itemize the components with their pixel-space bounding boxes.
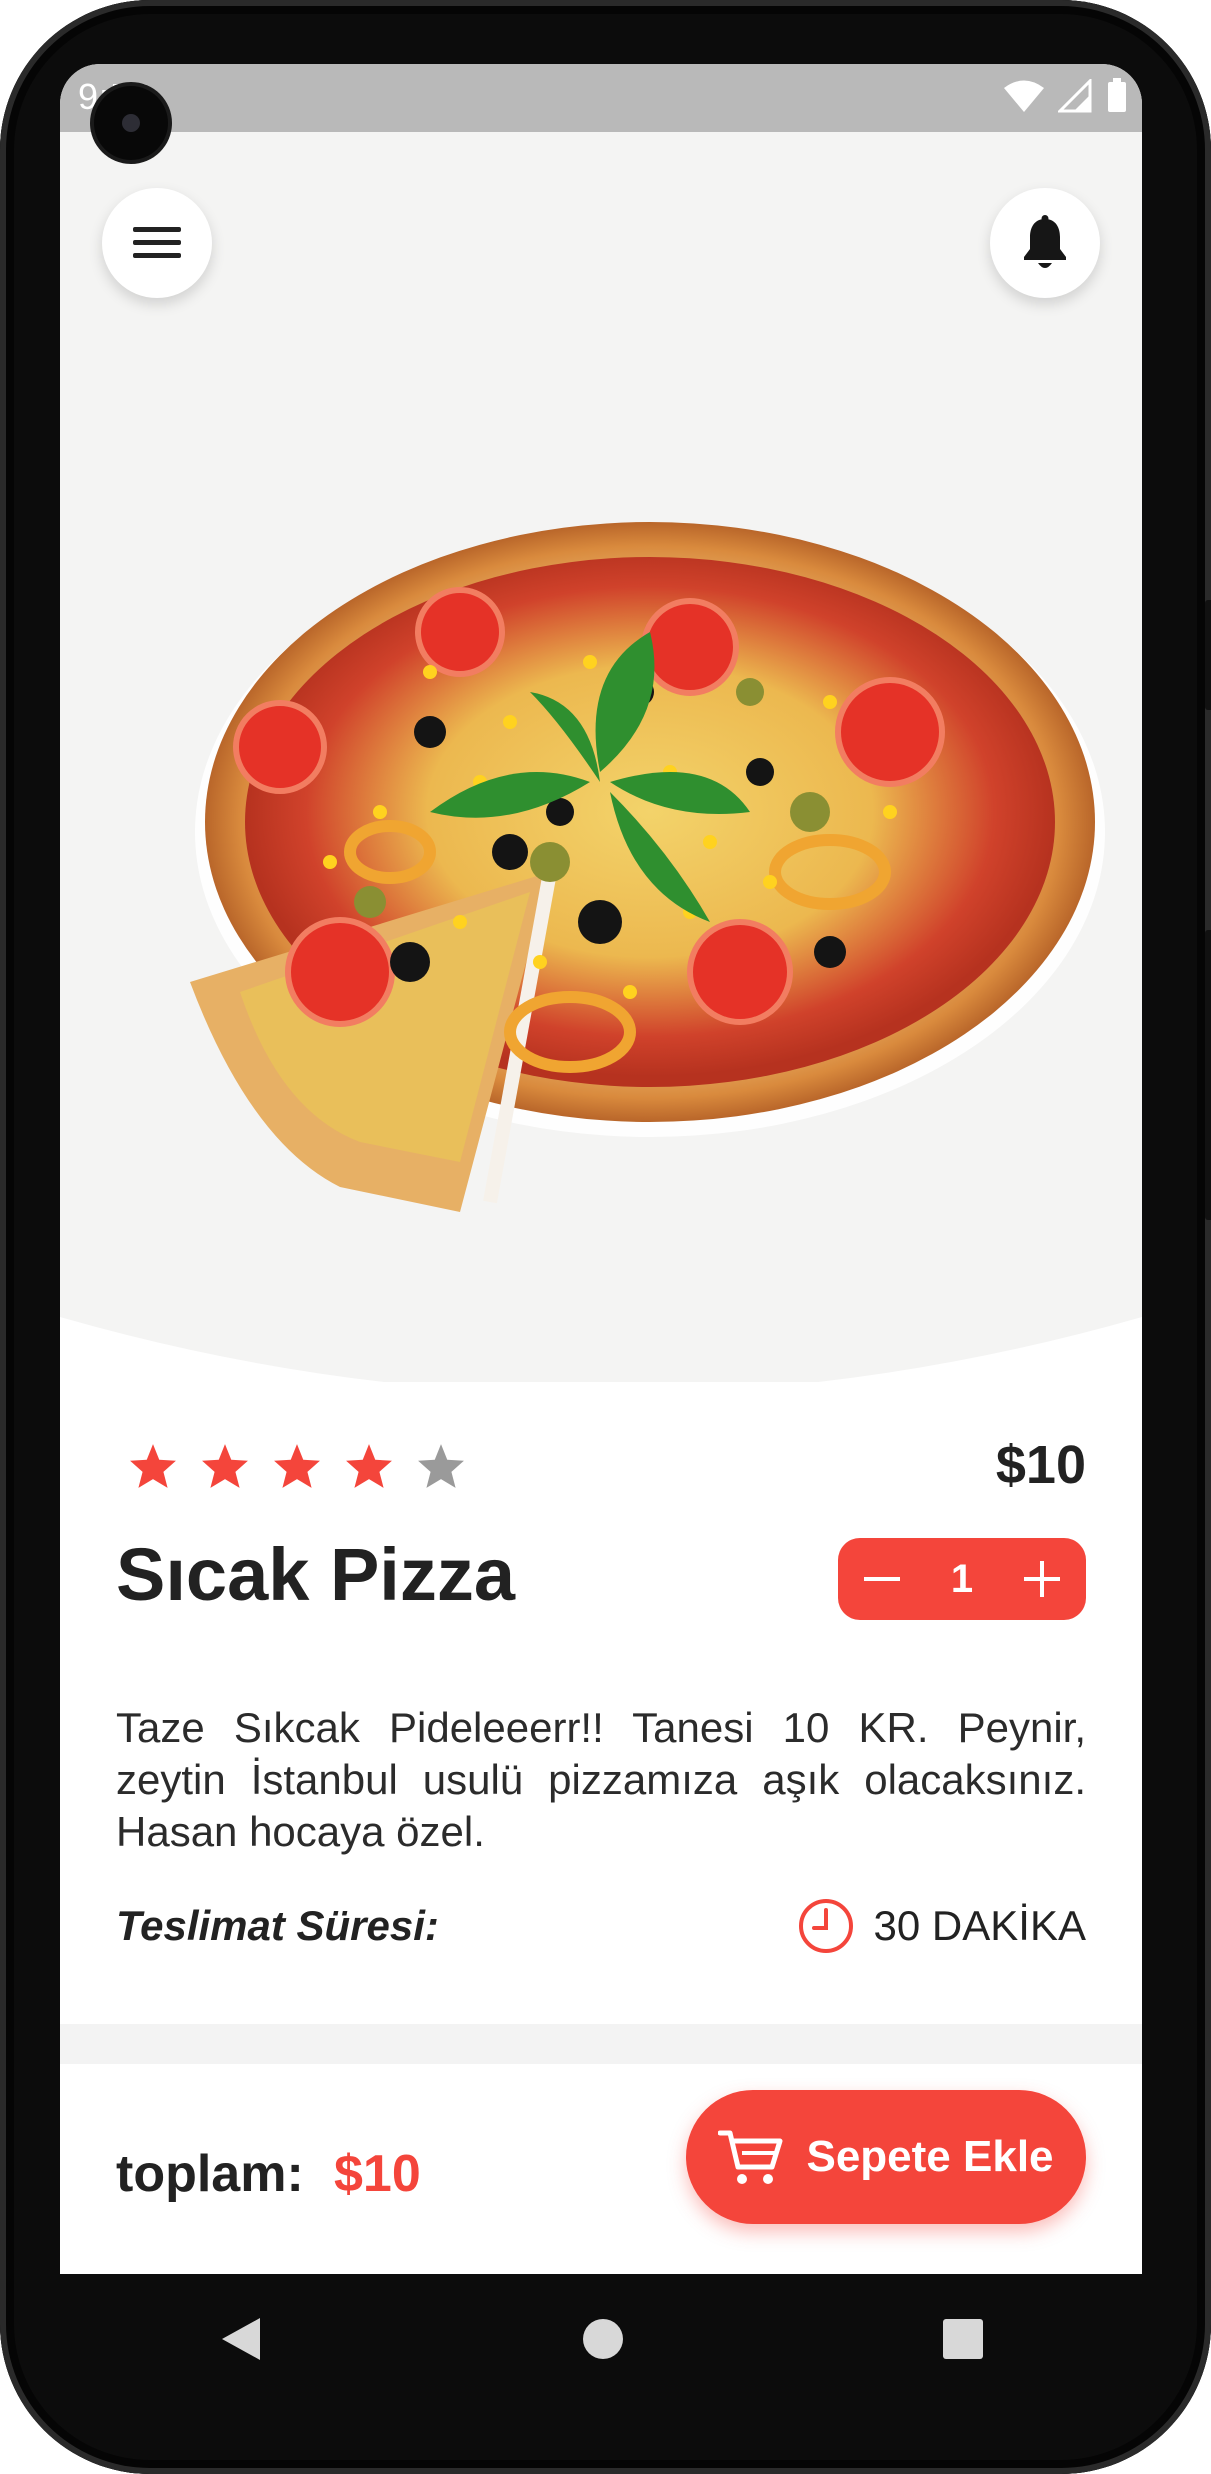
rating-stars	[128, 1442, 466, 1490]
bottom-bar: toplam: $10 Sepete Ekle	[60, 2024, 1142, 2274]
delivery-label: Teslimat Süresi:	[116, 1902, 439, 1949]
quantity-value: 1	[950, 1556, 974, 1601]
recents-icon[interactable]	[942, 2318, 984, 2360]
cart-icon	[718, 2130, 783, 2184]
hero-section	[60, 132, 1142, 1382]
home-icon[interactable]	[581, 2317, 625, 2361]
plus-icon[interactable]	[1022, 1559, 1062, 1599]
total-value: $10	[334, 2145, 421, 2203]
wifi-icon	[1004, 80, 1044, 112]
product-price: $10	[995, 1435, 1086, 1495]
status-icons	[1004, 78, 1128, 114]
add-to-cart-label: Sepete Ekle	[806, 2132, 1054, 2181]
add-to-cart-button[interactable]: Sepete Ekle	[686, 2090, 1086, 2224]
battery-icon	[1108, 78, 1126, 112]
signal-icon	[1058, 79, 1092, 113]
system-navigation-bar	[60, 2274, 1142, 2404]
clock-icon	[798, 1899, 853, 1953]
footer-separator	[60, 2024, 1142, 2064]
total-label: toplam:	[116, 2145, 304, 2203]
power-button	[1205, 930, 1211, 1220]
minus-icon[interactable]	[862, 1559, 902, 1599]
phone-frame: 9:58	[0, 0, 1211, 2474]
notification-button[interactable]	[990, 188, 1100, 298]
volume-button	[1205, 600, 1211, 710]
menu-button[interactable]	[102, 188, 212, 298]
pizza-image	[190, 522, 1105, 1212]
status-bar: 9:58	[60, 64, 1142, 132]
quantity-stepper: 1	[838, 1538, 1086, 1620]
app-screen: 9:58	[60, 64, 1142, 2274]
bell-icon	[1024, 215, 1066, 268]
delivery-time-value: 30 DAKİKA	[873, 1902, 1086, 1949]
front-camera	[94, 86, 168, 160]
hamburger-menu-icon	[133, 227, 181, 258]
star-icon	[346, 1444, 392, 1488]
star-icon	[202, 1444, 248, 1488]
back-icon[interactable]	[218, 2314, 264, 2364]
star-icon	[274, 1444, 320, 1488]
product-title: Sıcak Pizza	[116, 1533, 516, 1616]
delivery-time: 30 DAKİKA	[796, 1896, 1086, 1956]
star-empty-icon	[418, 1444, 464, 1488]
product-description: Taze Sıkcak Pideleeerr!! Tanesi 10 KR. P…	[116, 1704, 1086, 1855]
star-icon	[130, 1444, 176, 1488]
